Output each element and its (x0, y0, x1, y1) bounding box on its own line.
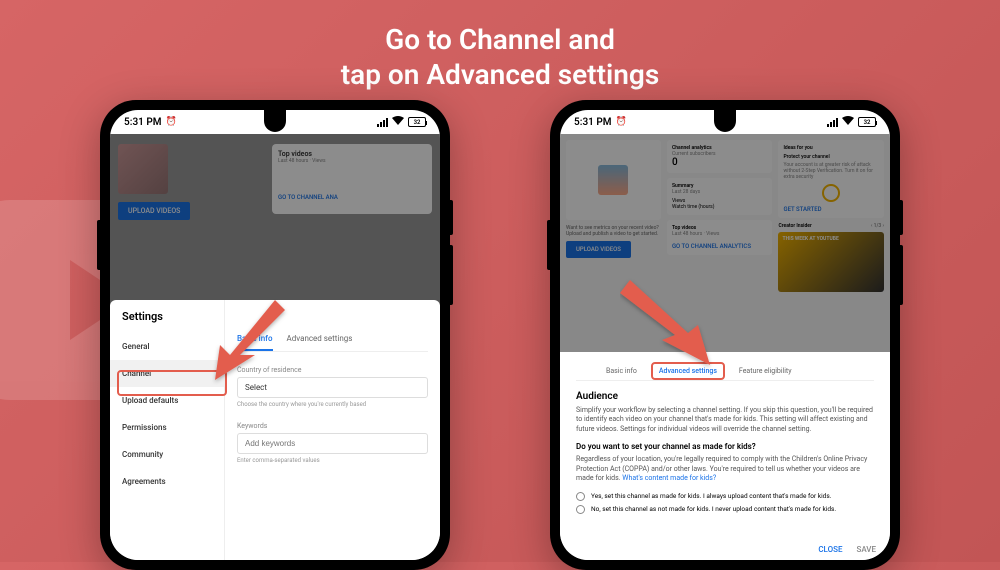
status-time: 5:31 PM (124, 117, 162, 128)
coppa-link[interactable]: What's content made for kids? (622, 474, 716, 482)
signal-icon (827, 118, 838, 127)
sidebar-item-community[interactable]: Community (110, 441, 224, 468)
close-button[interactable]: CLOSE (818, 545, 842, 554)
phone-mockup-left: 5:31 PM ⏰ 32 UPLOAD VID (100, 100, 450, 570)
tutorial-arrow-channel (180, 295, 290, 385)
instruction-headline: Go to Channel and tap on Advanced settin… (0, 22, 1000, 92)
sidebar-item-agreements[interactable]: Agreements (110, 468, 224, 495)
radio-yes-kids[interactable]: Yes, set this channel as made for kids. … (576, 492, 874, 501)
legal-text: Regardless of your location, you're lega… (576, 455, 874, 483)
tab-advanced-settings[interactable]: Advanced settings (287, 328, 353, 351)
country-helper: Choose the country where you're currentl… (237, 401, 428, 408)
phone-notch (714, 110, 736, 132)
advanced-settings-modal: Basic info Advanced settings Feature eli… (560, 352, 890, 560)
kids-question: Do you want to set your channel as made … (576, 442, 874, 451)
wifi-icon (392, 116, 404, 128)
audience-description: Simplify your workflow by selecting a ch… (576, 406, 874, 434)
tutorial-arrow-advanced (620, 275, 740, 375)
alarm-icon: ⏰ (166, 117, 177, 127)
radio-icon (576, 505, 585, 514)
keywords-label: Keywords (237, 422, 428, 430)
status-time: 5:31 PM (574, 117, 612, 128)
alarm-icon: ⏰ (616, 117, 627, 127)
tab-feature-eligibility[interactable]: Feature eligibility (739, 362, 792, 380)
phone-mockup-right: 5:31 PM ⏰ 32 W (550, 100, 900, 570)
radio-icon (576, 492, 585, 501)
save-button[interactable]: SAVE (856, 545, 876, 554)
wifi-icon (842, 116, 854, 128)
battery-icon: 32 (408, 117, 426, 127)
battery-icon: 32 (858, 117, 876, 127)
phone-notch (264, 110, 286, 132)
radio-no-kids[interactable]: No, set this channel as not made for kid… (576, 505, 874, 514)
sidebar-item-permissions[interactable]: Permissions (110, 414, 224, 441)
keywords-input[interactable] (237, 433, 428, 454)
keywords-helper: Enter comma-separated values (237, 457, 428, 464)
signal-icon (377, 118, 388, 127)
audience-heading: Audience (576, 391, 874, 402)
